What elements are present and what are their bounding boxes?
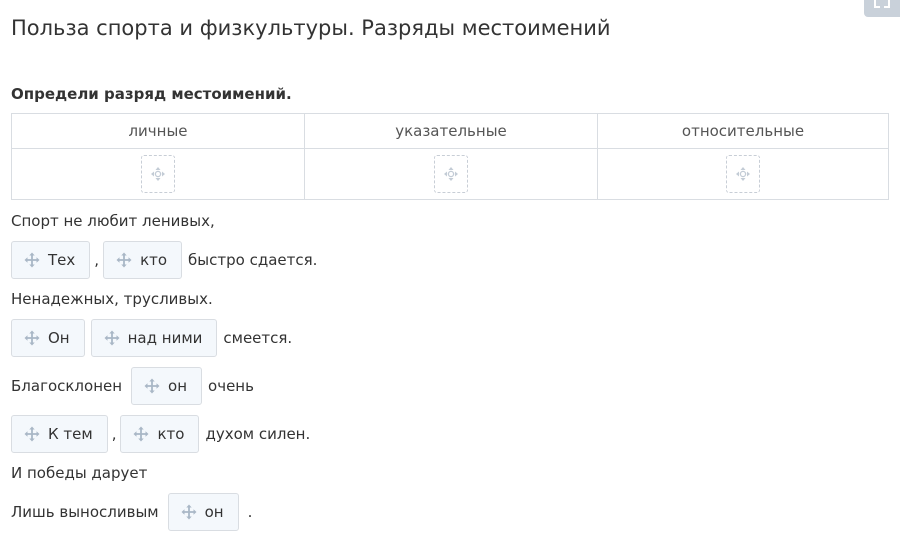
pronoun-chip[interactable]: кто	[120, 415, 200, 453]
drop-target-personal[interactable]	[141, 155, 175, 193]
page-title: Польза спорта и физкультуры. Разряды мес…	[11, 16, 611, 40]
task-instruction: Определи разряд местоимений.	[11, 85, 292, 103]
line-text: Благосклонен	[11, 377, 123, 395]
expand-button[interactable]	[864, 0, 900, 17]
category-table: личные указательные относительные	[11, 113, 889, 200]
punctuation: ,	[111, 425, 117, 443]
chip-label: Он	[48, 329, 70, 347]
pronoun-chip[interactable]: кто	[103, 241, 183, 279]
line-text: Ненадежных, трусливых.	[11, 290, 213, 308]
punctuation: .	[247, 503, 253, 521]
poem-line-3: Ненадежных, трусливых.	[11, 289, 213, 309]
exercise-page: Польза спорта и физкультуры. Разряды мес…	[0, 0, 900, 538]
move-icon	[24, 252, 40, 268]
move-icon	[24, 330, 40, 346]
expand-icon	[874, 0, 890, 8]
move-icon	[144, 378, 160, 394]
move-icon	[444, 167, 458, 181]
pronoun-chip[interactable]: над ними	[90, 319, 218, 357]
category-drop-cell-personal	[12, 149, 305, 199]
move-icon	[104, 330, 120, 346]
line-text: быстро сдается.	[188, 251, 318, 269]
line-text: духом силен.	[205, 425, 311, 443]
category-drop-cell-demonstrative	[305, 149, 598, 199]
chip-label: он	[204, 503, 224, 521]
line-text: И победы дарует	[11, 464, 148, 482]
move-icon	[116, 252, 132, 268]
pronoun-chip[interactable]: он	[131, 367, 203, 405]
poem-line-1: Спорт не любит ленивых,	[11, 211, 215, 231]
chip-label: Тех	[48, 251, 76, 269]
pronoun-chip[interactable]: Тех	[11, 241, 91, 279]
drop-target-demonstrative[interactable]	[434, 155, 468, 193]
poem-line-6: К тем , кто духом силен.	[11, 414, 310, 454]
chip-label: кто	[157, 425, 185, 443]
move-icon	[151, 167, 165, 181]
line-text: очень	[208, 377, 254, 395]
chip-label: над ними	[127, 329, 203, 347]
poem-line-8: Лишь выносливым он .	[11, 492, 252, 532]
chip-label: кто	[140, 251, 168, 269]
category-drop-cell-relative	[598, 149, 888, 199]
move-icon	[736, 167, 750, 181]
poem-line-2: Тех , кто быстро сдается.	[11, 240, 317, 280]
pronoun-chip[interactable]: он	[167, 493, 239, 531]
chip-label: он	[168, 377, 188, 395]
poem-line-4: Он над ними смеется.	[11, 318, 292, 358]
line-text: Лишь выносливым	[11, 503, 159, 521]
poem-line-5: Благосклонен он очень	[11, 366, 254, 406]
category-header-personal: личные	[12, 114, 305, 149]
drop-target-relative[interactable]	[726, 155, 760, 193]
move-icon	[24, 426, 40, 442]
line-text: смеется.	[223, 329, 293, 347]
poem-line-7: И победы дарует	[11, 463, 147, 483]
line-text: Спорт не любит ленивых,	[11, 212, 215, 230]
pronoun-chip[interactable]: Он	[11, 319, 85, 357]
category-header-demonstrative: указательные	[305, 114, 598, 149]
move-icon	[181, 504, 197, 520]
punctuation: ,	[94, 251, 100, 269]
pronoun-chip[interactable]: К тем	[11, 415, 108, 453]
category-header-relative: относительные	[598, 114, 888, 149]
chip-label: К тем	[48, 425, 93, 443]
move-icon	[133, 426, 149, 442]
